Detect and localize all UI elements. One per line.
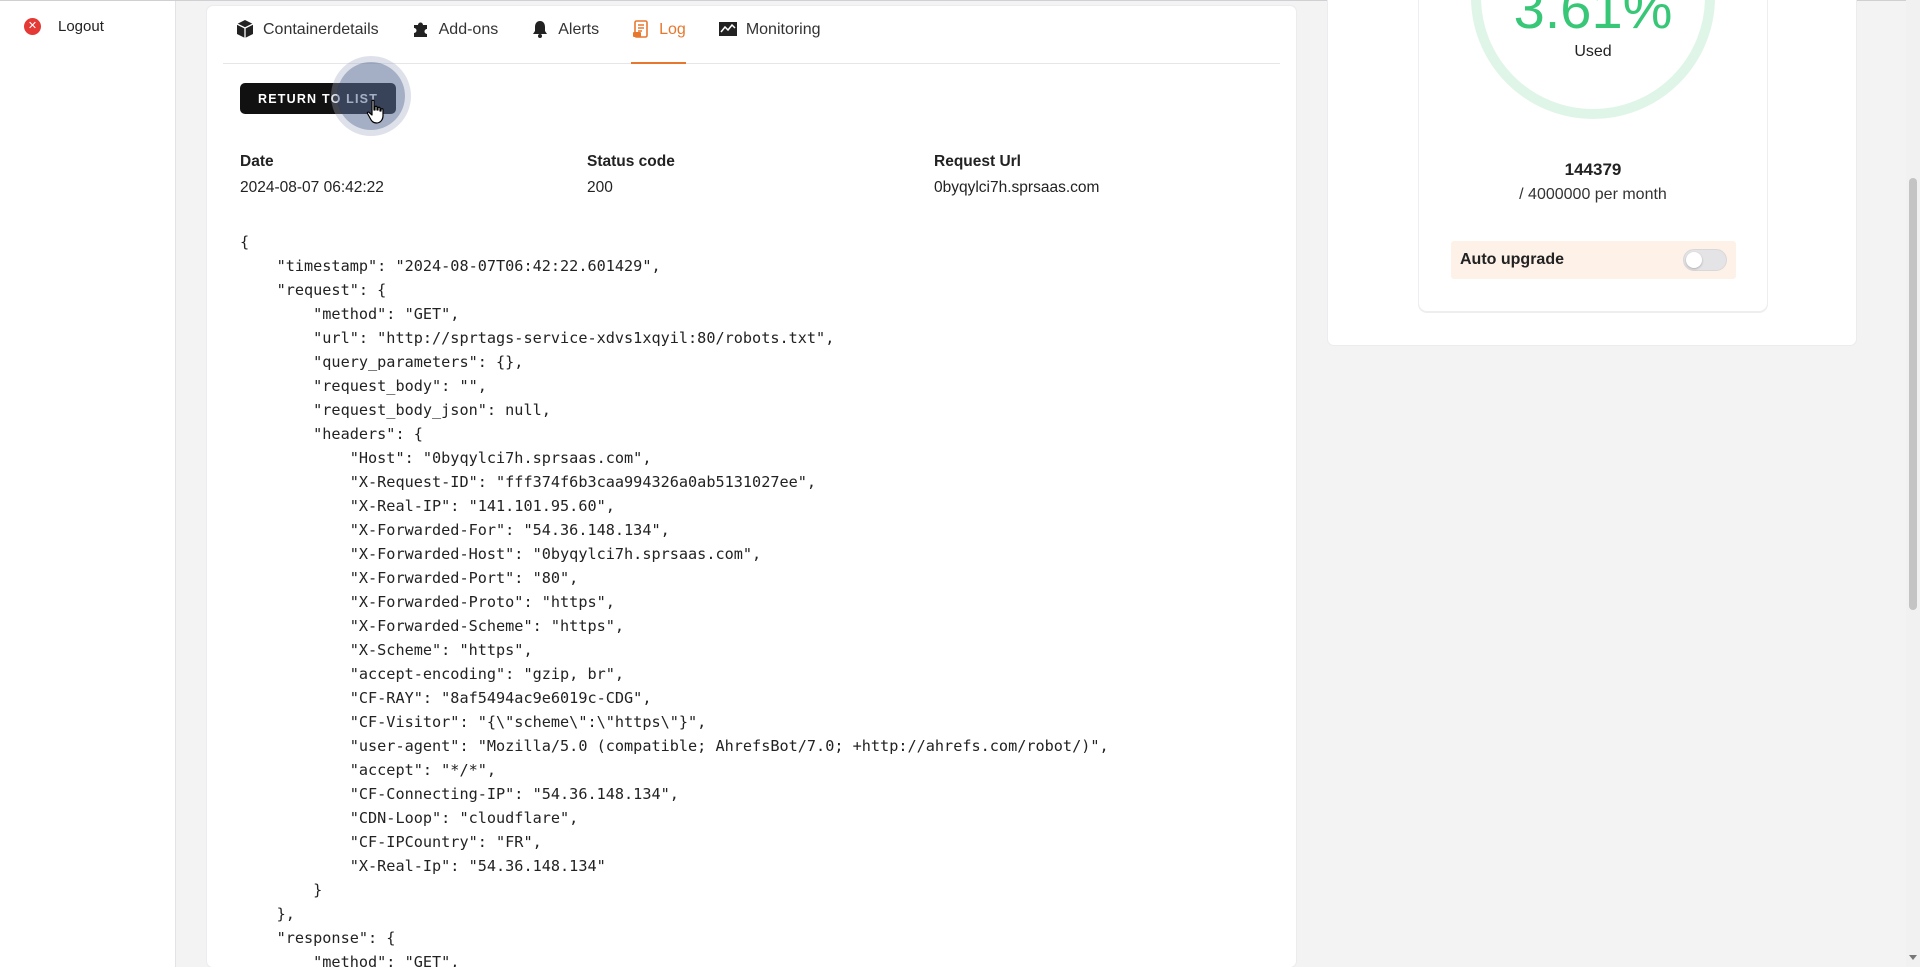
status-label: Status code: [587, 153, 675, 170]
json-line: "X-Forwarded-Port": "80",: [240, 569, 579, 587]
json-line: "url": "http://sprtags-service-xdvs1xqyi…: [240, 329, 835, 347]
log-json: { "timestamp": "2024-08-07T06:42:22.6014…: [240, 230, 1280, 967]
json-line: "request": {: [240, 281, 387, 299]
package-icon: [236, 20, 254, 38]
json-line: "headers": {: [240, 425, 423, 443]
tab-alerts[interactable]: Alerts: [518, 6, 611, 63]
json-line: "accept-encoding": "gzip, br",: [240, 665, 625, 683]
usage-used-label: Used: [1574, 43, 1612, 60]
json-line: "query_parameters": {},: [240, 353, 524, 371]
json-line: "X-Request-ID": "fff374f6b3caa994326a0ab…: [240, 473, 817, 491]
puzzle-icon: [413, 22, 427, 37]
tab-containerdetails[interactable]: Containerdetails: [223, 6, 391, 63]
url-label: Request Url: [934, 153, 1021, 170]
usage-limit: / 4000000 per month: [1519, 186, 1667, 203]
json-line: "method": "GET",: [240, 953, 460, 967]
bell-icon: [533, 21, 548, 38]
tab-log[interactable]: Log: [619, 6, 698, 64]
logout-label: Logout: [58, 18, 104, 35]
auto-upgrade-row: Auto upgrade: [1451, 241, 1736, 279]
json-line: "CF-IPCountry": "FR",: [240, 833, 542, 851]
url-field: Request Url 0byqylci7h.sprsaas.com: [934, 153, 1099, 197]
scroll-down-arrow-icon[interactable]: [1909, 955, 1917, 960]
json-line: "X-Real-Ip": "54.36.148.134": [240, 857, 606, 875]
json-line: "request_body": "",: [240, 377, 487, 395]
json-line: {: [240, 233, 250, 251]
json-line: "Host": "0byqylci7h.sprsaas.com",: [240, 449, 652, 467]
chart-icon: [718, 22, 737, 36]
log-detail-card: Containerdetails Add-ons Alerts Log Moni…: [207, 6, 1296, 967]
tab-monitoring[interactable]: Monitoring: [706, 6, 833, 63]
tab-label: Log: [659, 21, 686, 38]
json-line: "X-Forwarded-Scheme": "https",: [240, 617, 625, 635]
url-value: 0byqylci7h.sprsaas.com: [934, 179, 1100, 196]
json-line: "user-agent": "Mozilla/5.0 (compatible; …: [240, 737, 1109, 755]
json-line: "CDN-Loop": "cloudflare",: [240, 809, 579, 827]
sidebar: ✕ Logout: [0, 1, 176, 967]
usage-card: 3.61% Used 144379 / 4000000 per month Au…: [1419, 0, 1767, 311]
tab-bar: Containerdetails Add-ons Alerts Log Moni…: [223, 6, 1280, 64]
json-line: },: [240, 905, 295, 923]
scrollbar-thumb[interactable]: [1909, 178, 1917, 610]
toggle-knob: [1686, 252, 1702, 268]
document-icon: [633, 20, 648, 38]
json-line: "CF-Connecting-IP": "54.36.148.134",: [240, 785, 679, 803]
json-line: "method": "GET",: [240, 305, 460, 323]
tab-label: Add-ons: [438, 21, 499, 38]
json-line: "timestamp": "2024-08-07T06:42:22.601429…: [240, 257, 661, 275]
json-line: "X-Real-IP": "141.101.95.60",: [240, 497, 615, 515]
logout-link[interactable]: ✕ Logout: [24, 18, 104, 35]
json-line: "X-Forwarded-Host": "0byqylci7h.sprsaas.…: [240, 545, 762, 563]
usage-percent: 3.61%: [1513, 0, 1673, 40]
auto-upgrade-toggle[interactable]: [1683, 249, 1727, 271]
json-line: "X-Forwarded-For": "54.36.148.134",: [240, 521, 670, 539]
json-line: "X-Forwarded-Proto": "https",: [240, 593, 615, 611]
json-line: "CF-Visitor": "{\"scheme\":\"https\"}",: [240, 713, 707, 731]
status-field: Status code 200: [587, 153, 675, 197]
tab-add-ons[interactable]: Add-ons: [399, 6, 511, 63]
tab-label: Containerdetails: [263, 21, 379, 38]
page-scrollbar[interactable]: [1906, 0, 1920, 967]
status-value: 200: [587, 179, 613, 196]
json-line: "response": {: [240, 929, 396, 947]
json-line: "request_body_json": null,: [240, 401, 551, 419]
date-field: Date 2024-08-07 06:42:22: [240, 153, 384, 197]
close-circle-icon: ✕: [24, 18, 41, 35]
auto-upgrade-label: Auto upgrade: [1460, 251, 1564, 268]
json-line: "CF-RAY": "8af5494ac9e6019c-CDG",: [240, 689, 652, 707]
tab-label: Monitoring: [745, 21, 821, 38]
return-to-list-button[interactable]: RETURN TO LIST: [240, 83, 397, 114]
json-line: "X-Scheme": "https",: [240, 641, 533, 659]
json-line: "accept": "*/*",: [240, 761, 497, 779]
usage-panel: 3.61% Used 144379 / 4000000 per month Au…: [1328, 0, 1856, 345]
tab-label: Alerts: [558, 21, 600, 38]
date-value: 2024-08-07 06:42:22: [240, 179, 384, 196]
json-line: }: [240, 881, 323, 899]
date-label: Date: [240, 153, 274, 170]
usage-count: 144379: [1564, 160, 1622, 179]
